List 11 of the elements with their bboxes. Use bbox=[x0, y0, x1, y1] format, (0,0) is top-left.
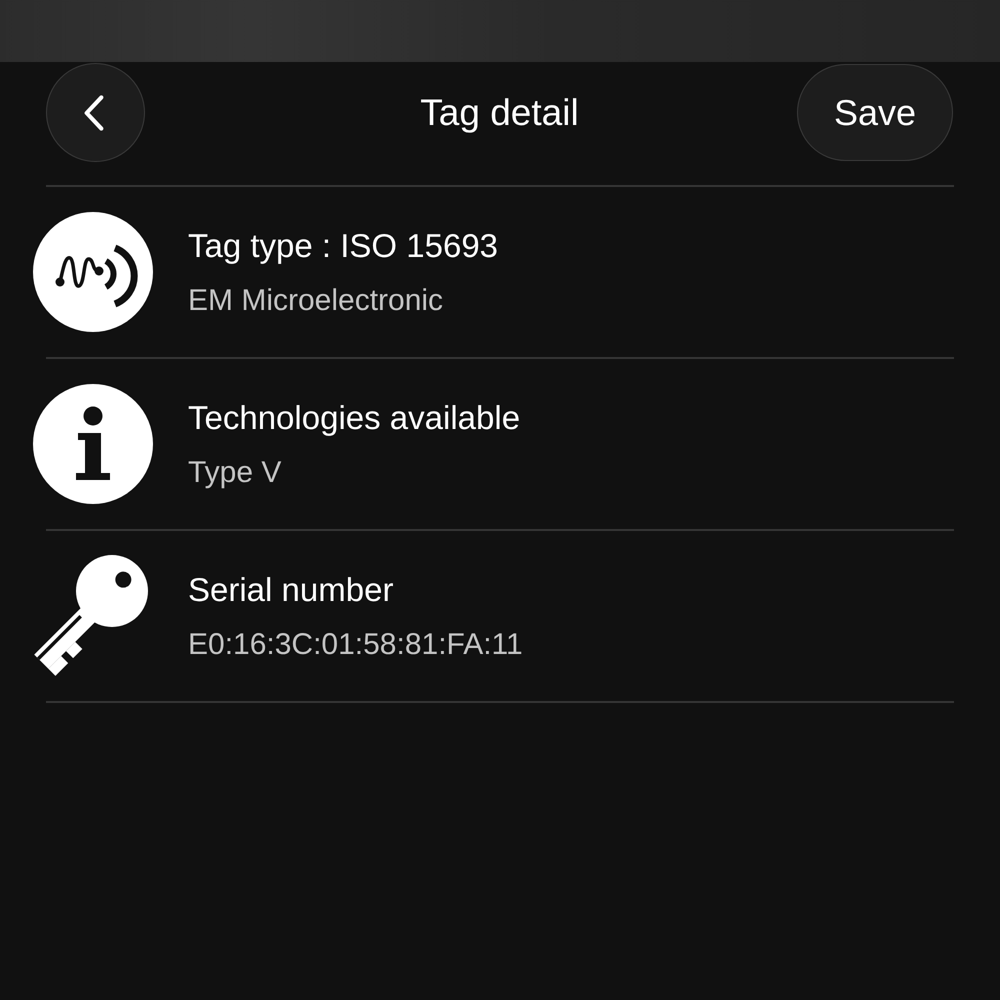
chevron-left-icon bbox=[82, 94, 104, 132]
save-button[interactable]: Save bbox=[797, 64, 953, 161]
page-title: Tag detail bbox=[420, 92, 579, 134]
row-value: EM Microelectronic bbox=[188, 282, 444, 318]
row-value: Type V bbox=[188, 454, 282, 490]
row-title: Serial number bbox=[188, 570, 394, 610]
row-title: Tag type : ISO 15693 bbox=[188, 226, 498, 266]
row-title: Technologies available bbox=[188, 398, 520, 438]
nfc-wave-icon bbox=[33, 212, 153, 332]
row-value: E0:16:3C:01:58:81:FA:11 bbox=[188, 626, 523, 662]
info-icon bbox=[33, 384, 153, 504]
